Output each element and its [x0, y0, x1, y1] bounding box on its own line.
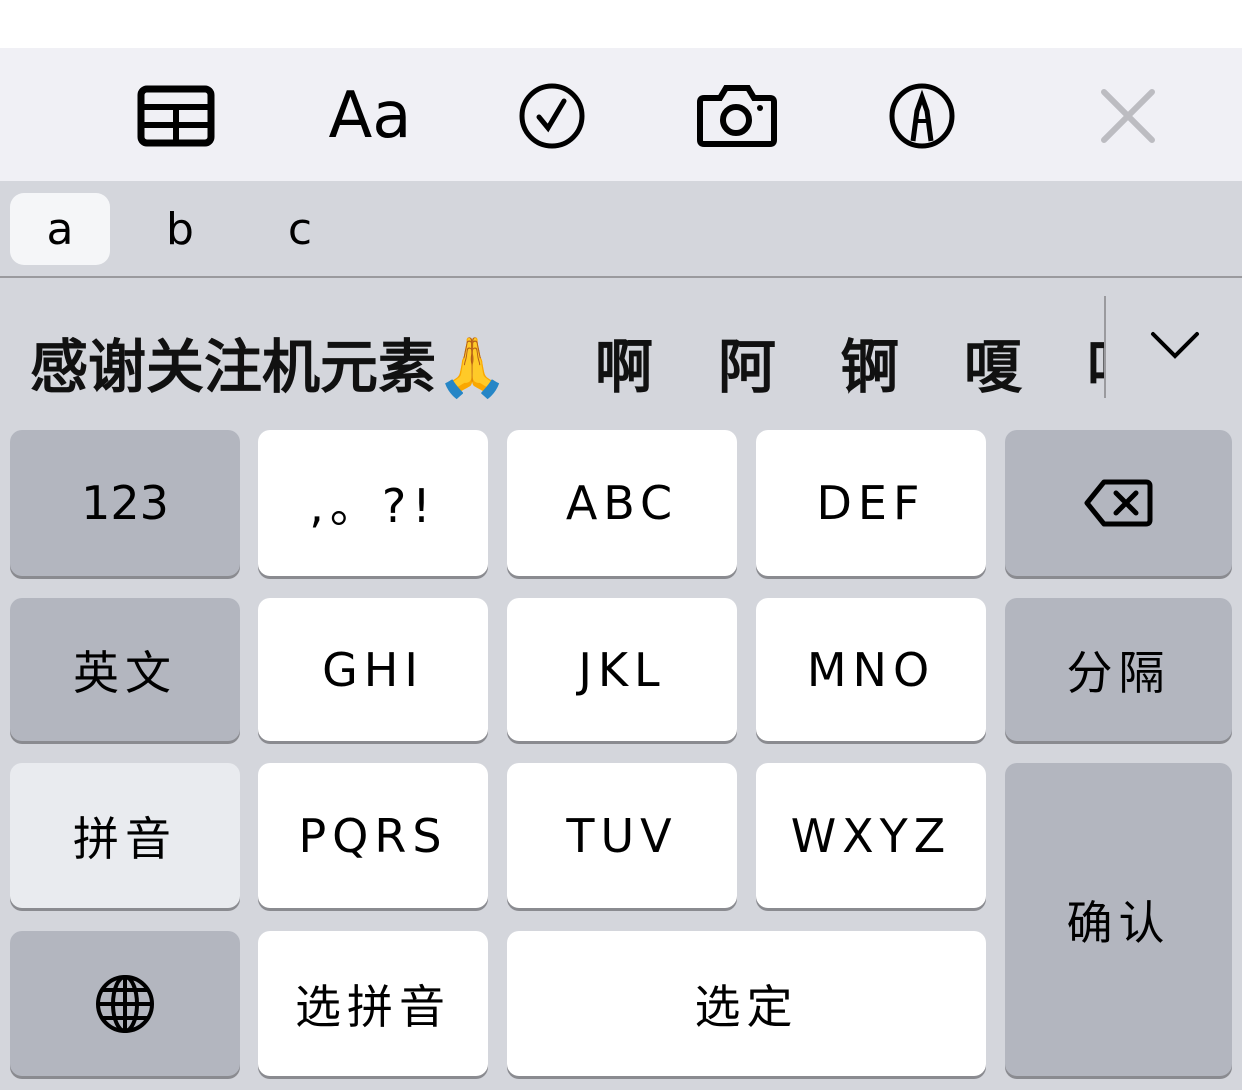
ghi-key[interactable]: GHI [258, 598, 488, 741]
close-icon [1100, 88, 1156, 144]
candidate-word[interactable]: 感谢关注机元素🙏 [30, 320, 508, 404]
camera-button[interactable] [692, 76, 782, 156]
def-key[interactable]: DEF [756, 430, 986, 576]
close-button[interactable] [1083, 76, 1173, 156]
select-pinyin-key[interactable]: 选拼音 [258, 931, 488, 1076]
mno-key[interactable]: MNO [756, 598, 986, 741]
english-key[interactable]: 英文 [10, 598, 240, 741]
pinyin-options-bar: a b c [0, 181, 1242, 278]
pinyin-option[interactable]: a [10, 193, 110, 265]
abc-key[interactable]: ABC [507, 430, 737, 576]
candidate-word[interactable]: 锕 [841, 320, 899, 404]
tuv-key[interactable]: TUV [507, 763, 737, 908]
text-format-button[interactable]: Aa [325, 76, 415, 156]
globe-icon [94, 973, 156, 1035]
markup-icon [887, 81, 957, 151]
candidate-word[interactable]: 吖 [1087, 320, 1105, 404]
pinyin-key[interactable]: 拼音 [10, 763, 240, 908]
globe-key[interactable] [10, 931, 240, 1076]
text-format-icon: Aa [329, 79, 412, 153]
punctuation-key[interactable]: ,。?! [258, 430, 488, 576]
delete-key[interactable] [1005, 430, 1232, 576]
markup-button[interactable] [877, 76, 967, 156]
select-key[interactable]: 选定 [507, 931, 986, 1076]
separator-key[interactable]: 分隔 [1005, 598, 1232, 741]
chevron-down-icon[interactable] [1150, 330, 1200, 360]
wxyz-key[interactable]: WXYZ [756, 763, 986, 908]
candidate-bar: 感谢关注机元素🙏 啊 阿 锕 嗄 吖 [0, 278, 1242, 418]
delete-icon [1084, 478, 1154, 528]
status-area [0, 0, 1242, 48]
pinyin-option[interactable]: c [250, 193, 350, 265]
confirm-key[interactable]: 确认 [1005, 763, 1232, 1076]
table-button[interactable] [131, 76, 221, 156]
camera-icon [696, 84, 778, 148]
checklist-button[interactable] [507, 76, 597, 156]
divider [1104, 296, 1106, 398]
candidate-word[interactable]: 嗄 [964, 320, 1022, 404]
candidate-word[interactable]: 啊 [595, 320, 653, 404]
jkl-key[interactable]: JKL [507, 598, 737, 741]
pinyin-option[interactable]: b [130, 193, 230, 265]
table-icon [137, 85, 215, 147]
pqrs-key[interactable]: PQRS [258, 763, 488, 908]
notes-toolbar: Aa [0, 48, 1242, 181]
checklist-icon [517, 81, 587, 151]
candidate-word[interactable]: 阿 [718, 320, 776, 404]
numbers-key[interactable]: 123 [10, 430, 240, 576]
